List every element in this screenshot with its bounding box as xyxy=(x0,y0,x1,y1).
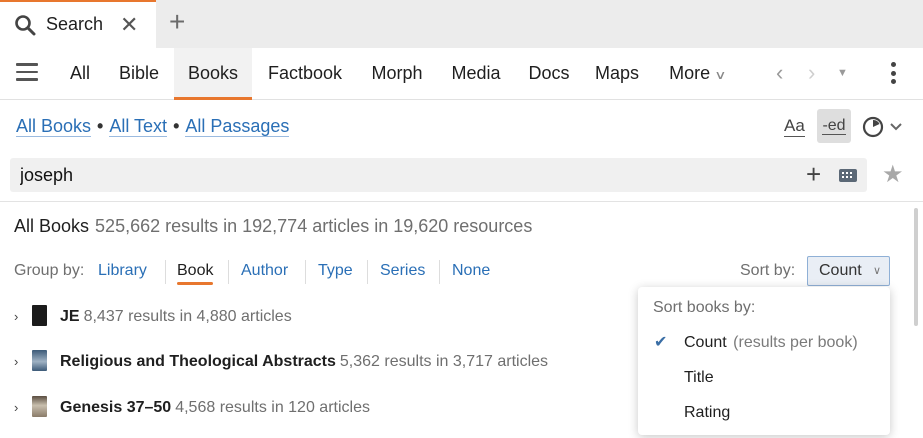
results-title: All Books xyxy=(14,216,90,236)
tab-label: Search xyxy=(46,14,104,34)
close-icon[interactable]: ✕ xyxy=(120,12,138,38)
sort-option-rating[interactable]: Rating xyxy=(638,397,890,429)
search-box: + xyxy=(10,158,867,192)
add-term-button[interactable]: + xyxy=(806,159,821,189)
scope-all-books[interactable]: All Books xyxy=(16,116,92,137)
sort-menu-header: Sort books by: xyxy=(653,299,756,316)
sort-option-note: (results per book) xyxy=(733,334,858,351)
nav-item-all[interactable]: All xyxy=(58,48,102,100)
expand-arrow-icon[interactable]: › xyxy=(14,396,18,420)
chevron-down-icon: ∨ xyxy=(714,68,727,82)
inflected-forms-label: -ed xyxy=(822,117,846,135)
group-by-book[interactable]: Book xyxy=(177,262,214,285)
scrollbar[interactable] xyxy=(914,208,918,326)
book-cover-image xyxy=(32,305,47,326)
nav-item-maps[interactable]: Maps xyxy=(588,48,646,100)
tab-search[interactable]: Search ✕ xyxy=(0,0,156,48)
tab-strip: Search ✕ + xyxy=(0,0,923,48)
new-tab-button[interactable]: + xyxy=(169,7,185,37)
sort-menu: Sort books by: ✔ Count (results per book… xyxy=(638,287,890,435)
results-summary: All Books 525,662 results in 192,774 arti… xyxy=(14,216,532,237)
nav-item-bible[interactable]: Bible xyxy=(108,48,170,100)
sort-option-label: Count xyxy=(684,334,727,351)
book-cover-image xyxy=(32,396,47,417)
search-icon xyxy=(15,15,36,36)
search-input[interactable] xyxy=(20,162,780,188)
nav-item-docs[interactable]: Docs xyxy=(518,48,580,100)
nav-item-books[interactable]: Books xyxy=(174,48,252,100)
divider xyxy=(0,201,923,202)
book-title[interactable]: JE xyxy=(60,308,80,325)
sort-option-label: Title xyxy=(684,369,714,386)
group-by-type[interactable]: Type xyxy=(318,262,353,280)
nav-item-media[interactable]: Media xyxy=(442,48,510,100)
back-arrow-icon[interactable]: ‹ xyxy=(776,48,783,100)
inflected-forms-icon[interactable]: -ed xyxy=(817,109,851,143)
group-by-bar: Group by: Library Book Author Type Serie… xyxy=(14,260,490,286)
history-dropdown-icon[interactable]: ▼ xyxy=(837,48,848,100)
book-title[interactable]: Religious and Theological Abstracts xyxy=(60,353,336,370)
check-icon: ✔ xyxy=(654,334,668,351)
expand-arrow-icon[interactable]: › xyxy=(14,350,18,374)
results-stats: 525,662 results in 192,774 articles in 1… xyxy=(95,216,533,236)
group-by-none[interactable]: None xyxy=(452,262,490,280)
search-scope: All Books • All Text • All Passages xyxy=(16,116,290,137)
sort-by-dropdown[interactable]: Count ∨ xyxy=(807,256,890,286)
book-cover-image xyxy=(32,350,47,371)
group-by-label: Group by: xyxy=(14,262,85,279)
sort-by-label: Sort by: xyxy=(740,262,796,279)
sort-by-value: Count xyxy=(819,262,862,279)
chevron-down-icon: ∨ xyxy=(872,265,881,277)
book-title[interactable]: Genesis 37–50 xyxy=(60,399,171,416)
book-meta: 8,437 results in 4,880 articles xyxy=(83,308,292,325)
expand-arrow-icon[interactable]: › xyxy=(14,305,18,329)
group-by-author[interactable]: Author xyxy=(241,262,288,280)
keyboard-icon[interactable] xyxy=(839,169,857,182)
sort-option-label: Rating xyxy=(684,404,731,421)
nav-item-factbook[interactable]: Factbook xyxy=(256,48,354,100)
sort-option-count[interactable]: ✔ Count (results per book) xyxy=(638,327,890,359)
scope-all-text[interactable]: All Text xyxy=(109,116,168,137)
star-icon[interactable]: ★ xyxy=(882,160,904,189)
nav-more-label: More xyxy=(669,63,711,83)
book-meta: 5,362 results in 3,717 articles xyxy=(339,353,549,370)
forward-arrow-icon[interactable]: › xyxy=(808,48,815,100)
font-size-icon[interactable]: Aa xyxy=(784,116,805,137)
sort-option-title[interactable]: Title xyxy=(638,362,890,394)
timer-icon[interactable] xyxy=(862,114,908,140)
menu-icon[interactable] xyxy=(16,63,38,83)
nav-item-more[interactable]: More ∨ xyxy=(656,48,738,100)
group-by-series[interactable]: Series xyxy=(380,262,425,280)
nav-item-morph[interactable]: Morph xyxy=(360,48,434,100)
nav-bar: All Bible Books Factbook Morph Media Doc… xyxy=(0,48,923,100)
group-by-library[interactable]: Library xyxy=(98,262,147,280)
book-meta: 4,568 results in 120 articles xyxy=(175,399,370,416)
scope-all-passages[interactable]: All Passages xyxy=(185,116,290,137)
more-options-icon[interactable] xyxy=(891,62,897,86)
